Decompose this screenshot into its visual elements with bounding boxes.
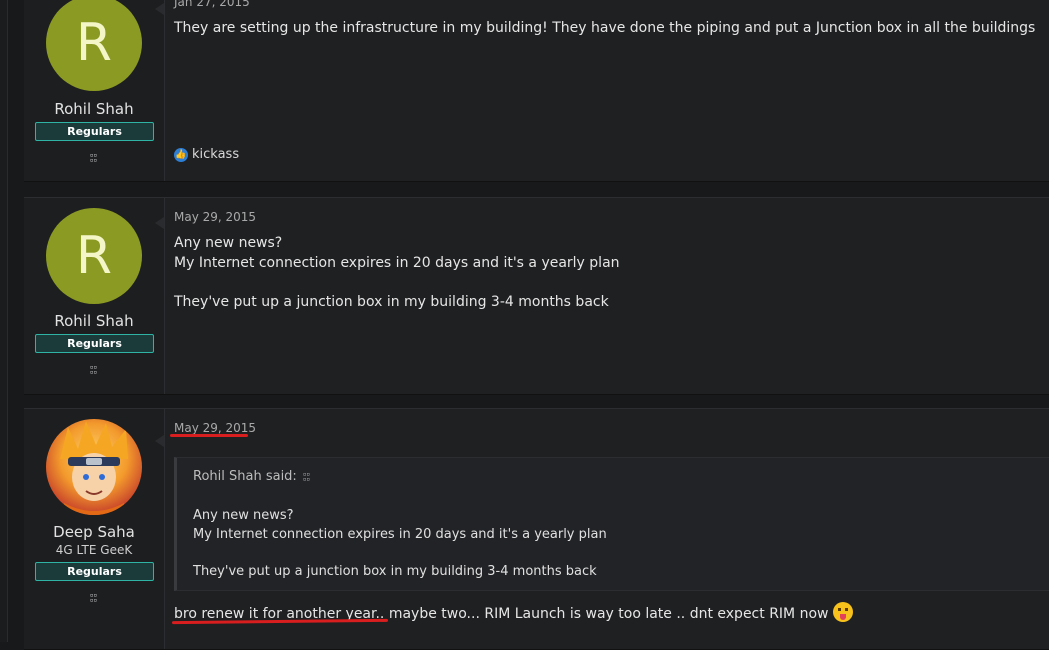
post-3: Deep Saha 4G LTE GeeK Regulars ▫▫ ▫▫ May … [24, 408, 1049, 650]
user-column: R Rohil Shah Regulars ▫▫ ▫▫ [24, 198, 165, 394]
bubble-arrow [155, 3, 164, 15]
avatar[interactable]: R [46, 0, 142, 91]
post-date[interactable]: May 29, 2015 [174, 421, 256, 435]
date-annotation-underline [170, 434, 248, 437]
username[interactable]: Deep Saha [24, 523, 164, 541]
message-line: They've put up a junction box in my buil… [174, 294, 609, 310]
quote-line: My Internet connection expires in 20 day… [193, 526, 607, 542]
username[interactable]: Rohil Shah [24, 100, 164, 118]
avatar-letter: R [75, 226, 113, 286]
message-line: Any new news? [174, 235, 283, 251]
user-badge: Regulars [35, 122, 154, 141]
quote-jump-icon[interactable]: ▫▫ ▫▫ [303, 471, 310, 482]
quote-author[interactable]: Rohil Shah said: ▫▫ ▫▫ [193, 469, 310, 484]
bubble-arrow [155, 217, 164, 229]
user-column: Deep Saha 4G LTE GeeK Regulars ▫▫ ▫▫ [24, 409, 165, 649]
quote-block: Rohil Shah said: ▫▫ ▫▫ Any new news? My I… [174, 457, 1049, 591]
flag-icon: ▫▫ ▫▫ [89, 592, 98, 604]
post-1: R Rohil Shah Regulars ▫▫ ▫▫ Jan 27, 2015 … [24, 0, 1049, 182]
avatar[interactable] [46, 419, 142, 515]
quote-line: Any new news? [193, 508, 294, 523]
flag-icon: ▫▫ ▫▫ [89, 152, 98, 164]
username[interactable]: Rohil Shah [24, 312, 164, 330]
reaction-user[interactable]: kickass [192, 147, 239, 162]
quote-body: Any new news? My Internet connection exp… [193, 507, 607, 581]
like-icon: 👍 [174, 147, 188, 162]
message-line [174, 273, 1049, 292]
avatar-illustration [60, 421, 128, 515]
user-title: 4G LTE GeeK [55, 543, 133, 557]
user-badge: Regulars [35, 562, 154, 581]
left-rail [0, 0, 8, 642]
reaction-bar[interactable]: 👍 kickass [174, 147, 239, 162]
flag-icon: ▫▫ ▫▫ [89, 364, 98, 376]
post-2: R Rohil Shah Regulars ▫▫ ▫▫ May 29, 2015 … [24, 197, 1049, 395]
user-badge: Regulars [35, 334, 154, 353]
user-column: R Rohil Shah Regulars ▫▫ ▫▫ [24, 0, 165, 181]
quote-line: They've put up a junction box in my buil… [193, 563, 597, 579]
post-date[interactable]: May 29, 2015 [174, 210, 1049, 224]
message-line: They are setting up the infrastructure i… [174, 20, 1036, 36]
message-body: May 29, 2015 Any new news? My Internet c… [174, 210, 1049, 312]
avatar-letter: R [75, 13, 113, 73]
bubble-arrow [155, 435, 164, 447]
message-line: My Internet connection expires in 20 day… [174, 255, 620, 271]
post-date[interactable]: Jan 27, 2015 [174, 0, 250, 9]
quote-author-label: Rohil Shah said: [193, 469, 297, 484]
tongue-out-emoji [832, 602, 853, 622]
quote-line [193, 544, 607, 563]
avatar[interactable]: R [46, 208, 142, 304]
